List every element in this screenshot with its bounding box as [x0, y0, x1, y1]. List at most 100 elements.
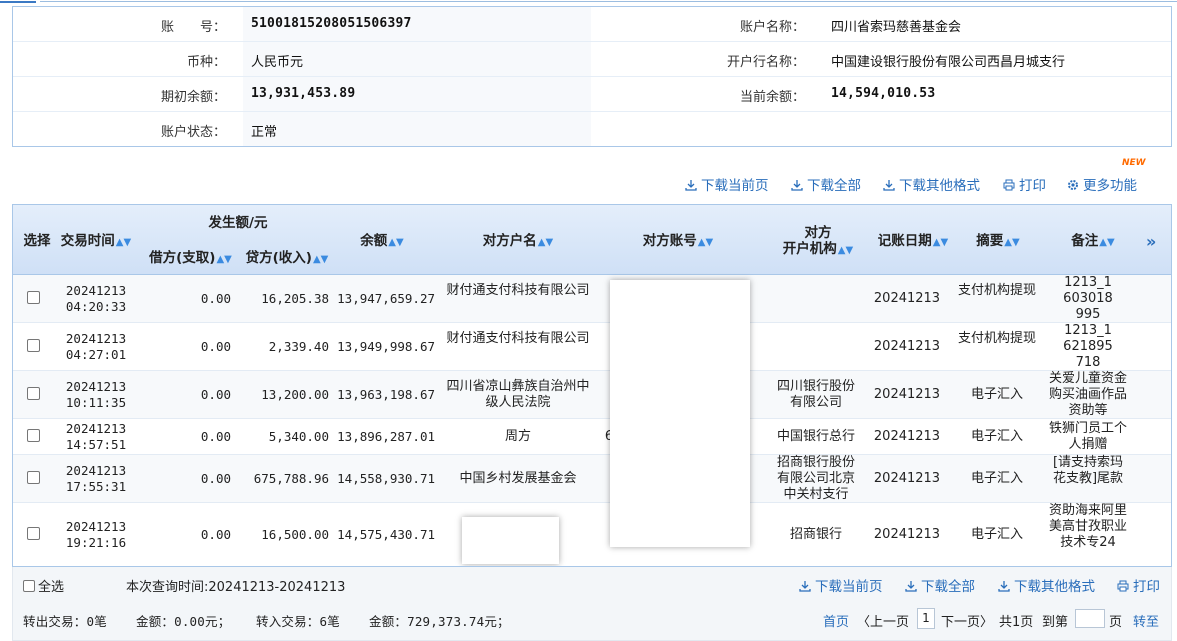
cell-post-date: 20241213 [873, 291, 941, 306]
cell-party-bank: 四川银行股份有限公司 [776, 379, 855, 410]
download-icon [791, 180, 803, 191]
opening-balance-value: 13,931,453.89 [251, 86, 356, 101]
goto-button[interactable]: 转至 [1133, 611, 1159, 630]
cell-party-bank: 中国银行总行 [776, 429, 855, 444]
cell-party-name: 中国乡村发展基金会 [459, 471, 577, 486]
cell-remark: 铁狮门员工个人捐赠 [1049, 421, 1128, 452]
footer-download-other-format-button[interactable]: 下载其他格式 [998, 575, 1095, 595]
print-button[interactable]: 打印 [1003, 174, 1046, 194]
top-tab-indicator [0, 0, 1177, 4]
out-amount: 金额：0.00元； [136, 614, 231, 629]
row-checkbox[interactable] [27, 291, 40, 304]
table-footer: 全选 本次查询时间:20241213-20241213 下载当前页 下载全部 下… [12, 567, 1172, 641]
th-debit[interactable]: 借方(支取)▲▼ [138, 250, 243, 268]
gear-icon [1068, 180, 1078, 190]
footer-download-all-button[interactable]: 下载全部 [905, 575, 975, 595]
download-icon [998, 581, 1010, 592]
cell-credit: 5,340.00 [268, 429, 329, 444]
cell-credit: 16,500.00 [261, 527, 329, 542]
redaction-mask [462, 517, 559, 564]
download-other-format-button[interactable]: 下载其他格式 [883, 174, 980, 194]
row-checkbox[interactable] [27, 429, 40, 442]
th-party-name[interactable]: 对方户名▲▼ [473, 233, 563, 251]
account-row-1: 账 号： 51001815208051506397 账户名称： 四川省索玛慈善基… [13, 7, 1171, 42]
cell-summary: 电子汇入 [970, 387, 1023, 402]
cell-party-name: 周方 [504, 429, 531, 444]
bank-value: 中国建设银行股份有限公司西昌月城支行 [831, 55, 1066, 70]
currency-value: 人民币元 [251, 55, 304, 70]
th-balance[interactable]: 余额▲▼ [353, 233, 411, 251]
row-checkbox[interactable] [27, 527, 40, 540]
opening-balance-label: 期初余额： [160, 90, 226, 105]
cell-summary: 电子汇入 [970, 527, 1023, 542]
download-icon [685, 180, 697, 191]
new-badge: NEW [1122, 158, 1146, 168]
first-page-link[interactable]: 首页 [823, 611, 849, 630]
footer-print-button[interactable]: 打印 [1117, 575, 1160, 595]
cell-post-date: 20241213 [873, 429, 941, 444]
goto-suffix: 页 [1109, 615, 1123, 630]
more-columns-icon[interactable]: » [1146, 232, 1156, 251]
th-time[interactable]: 交易时间▲▼ [57, 233, 135, 251]
th-post-date[interactable]: 记账日期▲▼ [873, 233, 953, 251]
goto-page-input[interactable] [1075, 609, 1105, 628]
th-amount-group: 发生额/元 [208, 215, 268, 231]
row-checkbox[interactable] [27, 471, 40, 484]
cell-debit: 0.00 [200, 471, 231, 486]
cell-remark: 关爱儿童资金购买油画作品资助等 [1049, 371, 1128, 418]
download-page-button[interactable]: 下载当前页 [685, 174, 769, 194]
download-all-button[interactable]: 下载全部 [791, 174, 861, 194]
cell-remark: [请支持索玛花支教]尾款 [1052, 455, 1124, 486]
cell-credit: 13,200.00 [261, 387, 329, 402]
select-all-checkbox[interactable]: 全选 [23, 576, 64, 595]
printer-icon [1117, 580, 1129, 592]
cell-debit: 0.00 [200, 339, 231, 354]
cell-credit: 675,788.96 [253, 471, 329, 486]
table-row: 20241213 10:11:35 0.00 13,200.00 13,963,1… [13, 371, 1171, 419]
table-row: 20241213 14:57:51 0.00 5,340.00 13,896,28… [13, 419, 1171, 455]
cell-balance: 14,575,430.71 [337, 527, 435, 542]
table-header: 选择 交易时间▲▼ 发生额/元 借方(支取)▲▼ 贷方(收入)▲▼ 余额▲▼ 对… [13, 205, 1171, 275]
goto-prefix: 到第 [1042, 615, 1069, 630]
cell-party-name: 财付通支付科技有限公司 [446, 283, 590, 298]
th-summary[interactable]: 摘要▲▼ [968, 233, 1028, 251]
currency-label: 币种： [186, 55, 226, 70]
cell-party-bank: 招商银行 [789, 527, 842, 542]
next-page-link[interactable]: 下一页〉 [941, 611, 993, 630]
row-checkbox[interactable] [27, 387, 40, 400]
cell-debit: 0.00 [200, 527, 231, 542]
status-label: 账户状态： [160, 125, 226, 140]
total-pages: 共1页 [999, 615, 1034, 630]
status-value: 正常 [251, 125, 278, 140]
cell-debit: 0.00 [200, 429, 231, 444]
bank-label: 开户行名称： [726, 55, 805, 70]
table-row: 20241213 04:27:01 0.00 2,339.40 13,949,99… [13, 323, 1171, 371]
account-info-panel: 账 号： 51001815208051506397 账户名称： 四川省索玛慈善基… [12, 6, 1172, 147]
cell-debit: 0.00 [200, 387, 231, 402]
th-remark[interactable]: 备注▲▼ [1063, 233, 1123, 251]
th-party-bank[interactable]: 对方 开户机构▲▼ [768, 225, 868, 259]
cell-party-bank: 招商银行股份有限公司北京中关村支行 [776, 455, 855, 502]
th-credit[interactable]: 贷方(收入)▲▼ [241, 250, 333, 268]
footer-download-page-button[interactable]: 下载当前页 [799, 575, 883, 595]
cell-balance: 13,949,998.67 [337, 339, 435, 354]
more-functions-button[interactable]: 更多功能 [1067, 174, 1137, 194]
cell-balance: 13,963,198.67 [337, 387, 435, 402]
current-balance-value: 14,594,010.53 [831, 86, 936, 101]
cell-credit: 16,205.38 [261, 291, 329, 306]
cell-remark: 1213_1603018995 [1063, 275, 1113, 322]
account-no-label: 账 号： [160, 20, 226, 35]
cell-time: 20241213 17:55:31 [65, 463, 127, 494]
th-party-account[interactable]: 对方账号▲▼ [633, 233, 723, 251]
prev-page-link[interactable]: 〈上一页 [857, 611, 909, 630]
row-checkbox[interactable] [27, 339, 40, 352]
cell-time: 20241213 04:20:33 [65, 283, 127, 314]
table-row: 20241213 04:20:33 0.00 16,205.38 13,947,6… [13, 275, 1171, 323]
download-icon [883, 180, 895, 191]
th-select: 选择 [23, 233, 51, 249]
download-icon [799, 581, 811, 592]
cell-post-date: 20241213 [873, 339, 941, 354]
cell-summary: 支付机构提现 [957, 331, 1036, 346]
cell-balance: 13,947,659.27 [337, 291, 435, 306]
account-no-value: 51001815208051506397 [251, 16, 412, 31]
